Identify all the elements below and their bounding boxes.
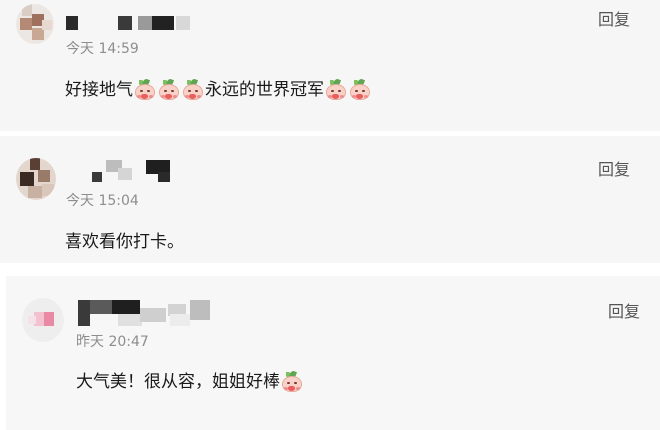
peach-emoji-icon [134, 78, 156, 101]
reply-button[interactable]: 回复 [598, 10, 630, 30]
comment-text-part: 喜欢看你打卡。 [65, 232, 184, 252]
peach-emoji-icon [349, 78, 371, 101]
peach-emoji-icon [325, 78, 347, 101]
comment-text: 喜欢看你打卡。 [65, 230, 184, 254]
comment-text: 大气美！很从容，姐姐好棒 [76, 370, 304, 394]
reply-button[interactable]: 回复 [598, 160, 630, 180]
comment-card: 今天 14:59 回复 好接地气 永远的世界冠军 [0, 0, 660, 131]
comment-timestamp: 昨天 20:47 [76, 334, 149, 350]
comment-text: 好接地气 永远的世界冠军 [65, 78, 372, 102]
username-blurred[interactable] [78, 298, 228, 328]
comment-text-part: 永远的世界冠军 [205, 80, 324, 100]
comment-text-part: 好接地气 [65, 80, 133, 100]
comment-timestamp: 今天 14:59 [66, 41, 139, 57]
avatar[interactable] [16, 158, 56, 200]
peach-emoji-icon [281, 370, 303, 393]
username-blurred[interactable] [66, 14, 196, 36]
avatar[interactable] [22, 298, 64, 342]
comment-text-part: 大气美！很从容，姐姐好棒 [76, 372, 280, 392]
comment-card: 今天 15:04 回复 喜欢看你打卡。 [0, 136, 660, 263]
peach-emoji-icon [158, 78, 180, 101]
comment-card: 昨天 20:47 回复 大气美！很从容，姐姐好棒 [6, 276, 660, 430]
peach-emoji-icon [182, 78, 204, 101]
reply-button[interactable]: 回复 [608, 302, 640, 322]
username-blurred[interactable] [92, 158, 182, 184]
comment-timestamp: 今天 15:04 [66, 193, 139, 209]
avatar[interactable] [16, 4, 54, 44]
